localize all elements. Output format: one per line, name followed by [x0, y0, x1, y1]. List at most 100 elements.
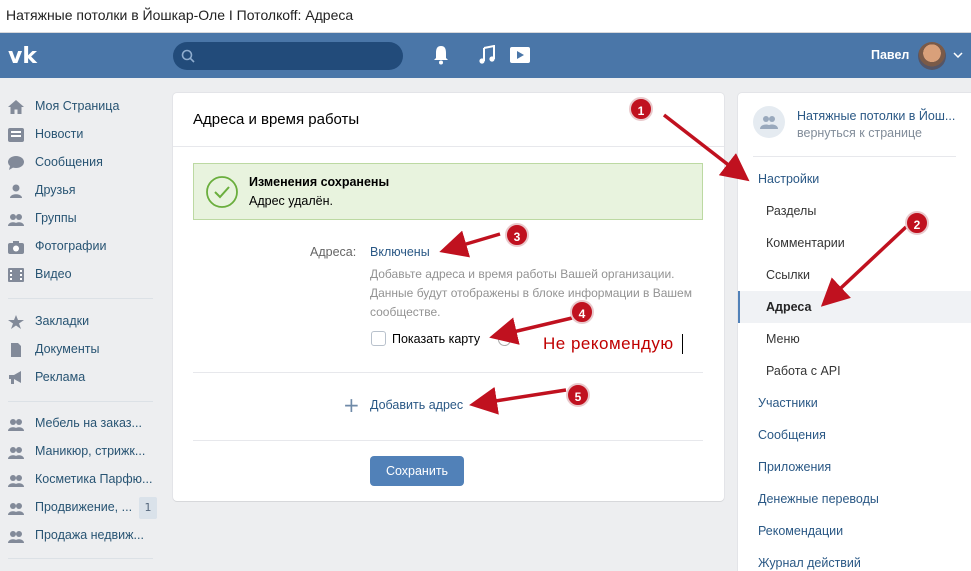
menu-item-comments[interactable]: Комментарии: [766, 236, 845, 250]
addresses-label: Адреса:: [310, 245, 357, 259]
nav-item-messages[interactable]: Сообщения: [0, 149, 160, 177]
nav-label: Новости: [35, 127, 84, 141]
news-icon: [8, 128, 24, 142]
group-icon: [8, 475, 24, 487]
menu-item-apps[interactable]: Приложения: [758, 460, 831, 474]
nav-label: Друзья: [35, 183, 76, 197]
document-icon: [11, 343, 21, 357]
nav-label: Сообщения: [35, 155, 103, 169]
nav-label: Документы: [35, 342, 100, 356]
nav-label: Видео: [35, 267, 72, 281]
user-name[interactable]: Павел: [871, 48, 909, 62]
star-icon: [8, 315, 24, 329]
nav-item-group-realty[interactable]: Продажа недвиж...: [0, 522, 160, 550]
group-icon: [8, 447, 24, 459]
messages-icon: [8, 156, 24, 170]
step-number-3: 3: [505, 223, 529, 247]
window-title: Натяжные потолки в Йошкар-Оле I Потолкof…: [6, 7, 354, 23]
nav-item-groups[interactable]: Группы: [0, 205, 160, 233]
nav-item-friends[interactable]: Друзья: [0, 177, 160, 205]
annotation-text: Не рекомендую: [543, 334, 674, 353]
nav-label: Продажа недвиж...: [35, 528, 144, 542]
menu-item-transfers[interactable]: Денежные переводы: [758, 492, 879, 506]
friends-icon: [10, 184, 22, 198]
svg-text:vk: vk: [8, 44, 38, 67]
success-text: Адрес удалён.: [249, 194, 333, 208]
card-divider: [193, 372, 703, 373]
step-number-1: 1: [629, 97, 653, 121]
menu-item-members[interactable]: Участники: [758, 396, 818, 410]
nav-item-group-manicure[interactable]: Маникюр, стрижк...: [0, 438, 160, 466]
success-message: Изменения сохранены Адрес удалён.: [193, 163, 703, 220]
addresses-description: Добавьте адреса и время работы Вашей орг…: [370, 267, 692, 319]
home-icon: [8, 100, 24, 114]
nav-label: Косметика Парфю...: [35, 472, 153, 486]
menu-item-sections[interactable]: Разделы: [766, 204, 816, 218]
nav-item-group-cosmetics[interactable]: Косметика Парфю...: [0, 466, 160, 494]
plus-icon[interactable]: +: [343, 393, 360, 417]
music-icon[interactable]: [478, 45, 496, 65]
camera-icon: [8, 241, 24, 254]
nav-label: Маникюр, стрижк...: [35, 444, 146, 458]
group-icon: [760, 116, 778, 129]
groups-icon: [8, 214, 24, 226]
nav-divider: [8, 558, 153, 559]
nav-divider: [8, 298, 153, 299]
menu-item-messages[interactable]: Сообщения: [758, 428, 826, 442]
nav-item-news[interactable]: Новости: [0, 121, 160, 149]
show-map-label[interactable]: Показать карту: [392, 332, 480, 346]
menu-item-recommendations[interactable]: Рекомендации: [758, 524, 843, 538]
show-map-checkbox[interactable]: [371, 331, 386, 346]
menu-divider: [753, 156, 956, 157]
nav-item-group-promotion[interactable]: Продвижение, ... 1: [0, 494, 160, 522]
menu-item-action-log[interactable]: Журнал действий: [758, 556, 861, 570]
group-avatar[interactable]: [753, 106, 785, 138]
menu-item-addresses[interactable]: Адреса: [766, 300, 811, 314]
video-icon: [8, 268, 24, 282]
card-divider: [173, 146, 724, 147]
nav-label: Продвижение, ...: [35, 500, 133, 514]
addresses-toggle-link[interactable]: Включены: [370, 245, 430, 259]
megaphone-icon: [9, 371, 21, 384]
group-icon: [8, 503, 24, 515]
settings-menu: Натяжные потолки в Йош... вернуться к ст…: [738, 93, 971, 571]
user-avatar[interactable]: [918, 42, 946, 70]
step-number-5: 5: [566, 383, 590, 407]
step-number-2: 2: [905, 211, 929, 235]
group-icon: [8, 531, 24, 543]
vk-logo-icon[interactable]: vk: [8, 43, 42, 67]
menu-item-menu[interactable]: Меню: [766, 332, 800, 346]
nav-label: Закладки: [35, 314, 90, 328]
menu-item-links[interactable]: Ссылки: [766, 268, 810, 282]
nav-item-group-furniture[interactable]: Мебель на заказ...: [0, 410, 160, 438]
group-name-link[interactable]: Натяжные потолки в Йош...: [797, 109, 955, 123]
card-divider: [193, 440, 703, 441]
nav-item-my-page[interactable]: Моя Страница: [0, 93, 160, 121]
success-title: Изменения сохранены: [249, 175, 390, 189]
nav-item-ads[interactable]: Реклама: [0, 364, 160, 392]
nav-divider: [8, 401, 153, 402]
nav-item-bookmarks[interactable]: Закладки: [0, 308, 160, 336]
nav-item-video[interactable]: Видео: [0, 261, 160, 289]
menu-item-settings[interactable]: Настройки: [758, 172, 819, 186]
video-play-icon[interactable]: [509, 45, 531, 65]
search-input[interactable]: [173, 42, 403, 70]
nav-label: Группы: [35, 211, 77, 225]
back-to-page-link[interactable]: вернуться к странице: [797, 126, 922, 140]
nav-item-photos[interactable]: Фотографии: [0, 233, 160, 261]
nav-label: Мебель на заказ...: [35, 416, 142, 430]
help-icon[interactable]: [498, 333, 511, 346]
counter-badge: 1: [139, 497, 157, 519]
bell-icon[interactable]: [433, 45, 449, 65]
addresses-settings-card: Адреса и время работы Изменения сохранен…: [173, 93, 724, 501]
menu-item-api[interactable]: Работа с API: [766, 364, 841, 378]
top-header: vk Павел: [0, 33, 971, 78]
nav-item-documents[interactable]: Документы: [0, 336, 160, 364]
step-number-4: 4: [570, 300, 594, 324]
nav-label: Фотографии: [35, 239, 107, 253]
add-address-link[interactable]: Добавить адрес: [370, 398, 463, 412]
chevron-down-icon[interactable]: [953, 52, 963, 58]
window-titlebar: Натяжные потолки в Йошкар-Оле I Потолкof…: [0, 0, 971, 33]
nav-label: Моя Страница: [35, 99, 120, 113]
save-button[interactable]: Сохранить: [370, 456, 464, 486]
